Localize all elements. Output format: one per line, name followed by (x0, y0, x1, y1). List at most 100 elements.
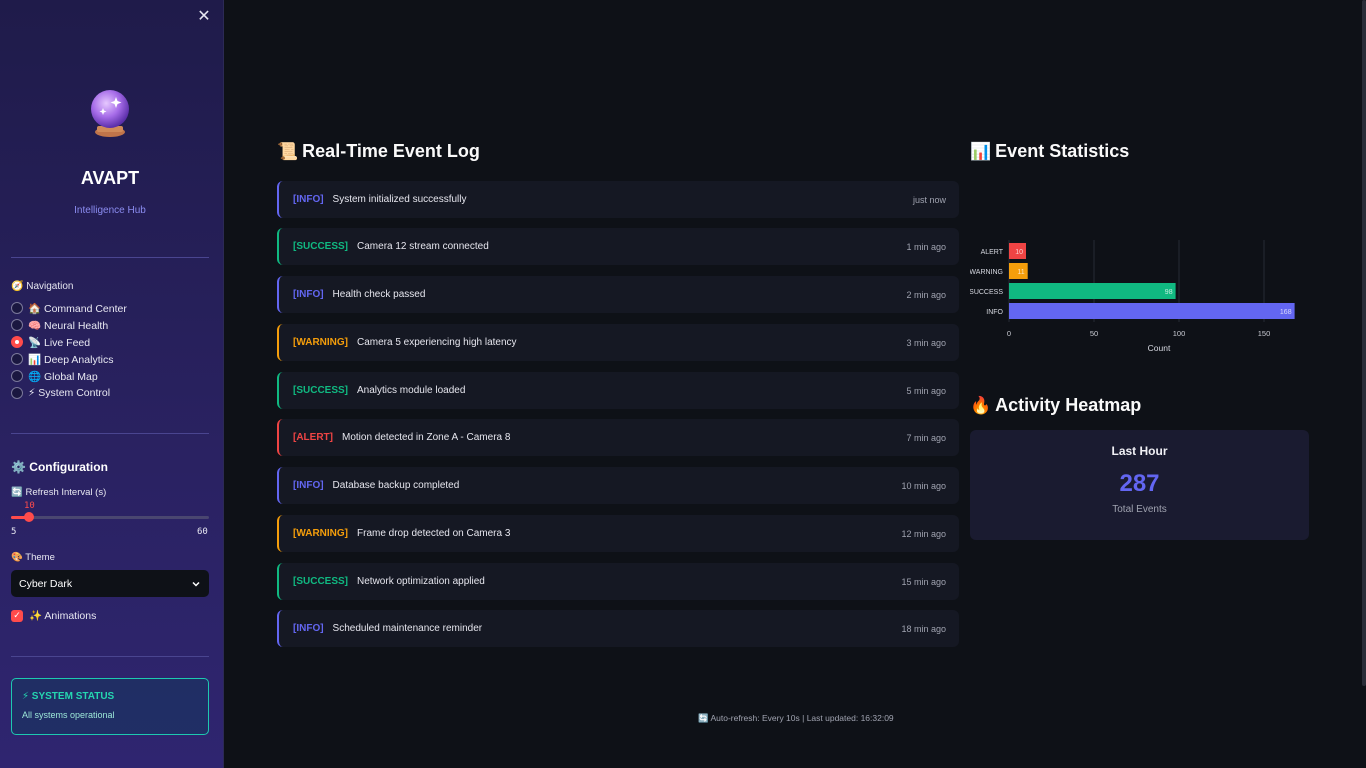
x-tick-label: 100 (1173, 329, 1186, 338)
animations-label: ✨ Animations (29, 610, 97, 622)
nav-item-label: 🌐 Global Map (28, 370, 98, 383)
event-row: [SUCCESS] Analytics module loaded 5 min ag… (277, 372, 959, 409)
nav-item-label: 📡 Live Feed (28, 336, 91, 349)
event-message: Network optimization applied (357, 576, 485, 587)
event-message: System initialized successfully (332, 194, 467, 205)
activity-card: Last Hour 287 Total Events (970, 430, 1309, 540)
event-level-tag: [INFO] (293, 480, 324, 491)
event-row: [SUCCESS] Camera 12 stream connected 1 min… (277, 228, 959, 265)
nav-item[interactable]: ⚡ System Control (11, 386, 110, 400)
crystal-ball-icon (91, 90, 129, 137)
animations-checkbox[interactable]: ✓ (11, 609, 23, 622)
slider-min-label: 5 (11, 527, 17, 537)
brand-name: AVAPT (80, 168, 140, 188)
event-row: [WARNING] Frame drop detected on Camera 3… (277, 515, 959, 552)
event-time: just now (912, 194, 946, 205)
event-stats-heading: 📊 Event Statistics (970, 141, 1129, 162)
radio-button[interactable] (11, 353, 23, 365)
event-message: Camera 5 experiencing high latency (357, 337, 517, 348)
x-axis-label: Count (1148, 343, 1171, 353)
activity-card-title: Last Hour (1111, 444, 1168, 458)
nav-item-label: 📊 Deep Analytics (28, 353, 114, 366)
total-events-value: 287 (1119, 470, 1160, 497)
event-time: 7 min ago (906, 432, 946, 443)
event-time: 10 min ago (901, 480, 946, 491)
event-time: 12 min ago (901, 528, 946, 539)
event-row: [WARNING] Camera 5 experiencing high late… (277, 324, 959, 361)
nav-item-label: ⚡ System Control (28, 387, 111, 399)
y-category-label: ALERT (981, 249, 1004, 256)
event-time: 15 min ago (901, 576, 946, 587)
event-time: 1 min ago (906, 241, 946, 252)
nav-item[interactable]: 📡 Live Feed (11, 335, 90, 349)
x-tick-label: 50 (1090, 329, 1098, 338)
auto-refresh-footer: 🔄 Auto-refresh: Every 10s | Last updated… (698, 713, 894, 723)
slider-thumb[interactable] (24, 512, 34, 522)
radio-button[interactable] (11, 387, 23, 399)
divider (11, 656, 209, 657)
divider (11, 257, 209, 258)
event-row: [INFO] Scheduled maintenance reminder 18 m… (277, 610, 959, 647)
event-message: Camera 12 stream connected (357, 241, 489, 252)
nav-item[interactable]: 🌐 Global Map (11, 369, 98, 383)
y-category-label: INFO (986, 309, 1003, 316)
y-category-label: SUCCESS (970, 289, 1003, 296)
event-row: [INFO] Health check passed 2 min ago (277, 276, 959, 313)
brand-subtitle: Intelligence Hub (74, 205, 146, 216)
slider-max-label: 60 (197, 527, 208, 537)
nav-item-label: 🧠 Neural Health (28, 319, 109, 332)
event-time: 3 min ago (906, 337, 946, 348)
event-level-tag: [SUCCESS] (293, 385, 349, 396)
event-message: Motion detected in Zone A - Camera 8 (342, 432, 511, 443)
bar-chart-icon: 📊 (970, 141, 992, 161)
event-level-tag: [SUCCESS] (293, 576, 349, 587)
theme-select-value: Cyber Dark (19, 577, 73, 590)
event-row: [INFO] System initialized successfully jus… (277, 181, 959, 218)
configuration-heading: ⚙️ Configuration (11, 460, 108, 474)
radio-button[interactable] (11, 302, 23, 314)
activity-heatmap-heading: 🔥 Activity Heatmap (970, 395, 1141, 416)
system-status-title: ⚡ SYSTEM STATUS (22, 691, 115, 702)
nav-item-label: 🏠 Command Center (28, 302, 127, 315)
event-row: [ALERT] Motion detected in Zone A - Camer… (277, 419, 959, 456)
bar-value-label: 11 (1017, 269, 1024, 276)
bar-value-label: 168 (1280, 309, 1292, 316)
activity-heatmap-title: Activity Heatmap (995, 395, 1142, 415)
chevron-down-icon (192, 581, 200, 587)
fire-icon: 🔥 (970, 395, 992, 415)
close-sidebar-button[interactable]: ✕ (196, 9, 212, 25)
x-tick-label: 0 (1007, 329, 1011, 338)
event-level-tag: [INFO] (293, 194, 324, 205)
refresh-interval-value: 10 (24, 501, 35, 511)
y-category-label: WARNING (970, 269, 1003, 276)
event-time: 2 min ago (906, 289, 946, 300)
sidebar: ✕ AVAPT Intelligence Hub 🧭 Navigation 🏠 … (0, 0, 224, 768)
bar-value-label: 10 (1015, 249, 1023, 256)
event-time: 18 min ago (901, 623, 946, 634)
refresh-interval-slider[interactable] (11, 512, 209, 522)
radio-button[interactable] (11, 319, 23, 331)
event-time: 5 min ago (906, 385, 946, 396)
radio-button[interactable] (11, 336, 23, 348)
theme-label: 🎨 Theme (11, 552, 55, 563)
theme-select[interactable]: Cyber Dark (11, 570, 209, 597)
total-events-caption: Total Events (1112, 504, 1167, 515)
radio-button[interactable] (11, 370, 23, 382)
event-row: [INFO] Database backup completed 10 min ag… (277, 467, 959, 504)
event-row: [SUCCESS] Network optimization applied 15 … (277, 563, 959, 600)
event-log-title: Real-Time Event Log (302, 141, 480, 161)
nav-item[interactable]: 🏠 Command Center (11, 301, 127, 315)
event-level-tag: [ALERT] (293, 432, 333, 443)
nav-item[interactable]: 🧠 Neural Health (11, 318, 108, 332)
nav-item[interactable]: 📊 Deep Analytics (11, 352, 113, 366)
event-level-tag: [WARNING] (293, 528, 348, 539)
bar-success (1009, 283, 1176, 299)
x-tick-label: 150 (1258, 329, 1271, 338)
bar-info (1009, 303, 1295, 319)
event-level-tag: [SUCCESS] (293, 241, 349, 252)
page-scrollbar[interactable] (1362, 0, 1366, 686)
event-stats-title: Event Statistics (995, 141, 1130, 161)
system-status-text: All systems operational (22, 710, 115, 720)
event-message: Scheduled maintenance reminder (332, 623, 483, 634)
animations-toggle[interactable]: ✓ ✨ Animations (11, 609, 96, 622)
